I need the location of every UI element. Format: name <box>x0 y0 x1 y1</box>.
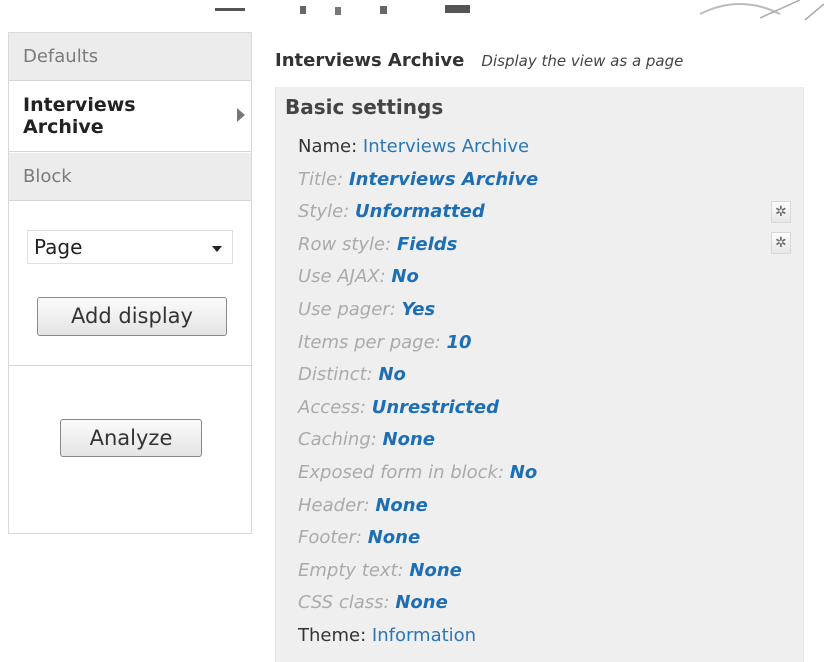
setting-label: CSS class: <box>298 592 390 614</box>
display-description: Display the view as a page <box>481 52 684 70</box>
setting-value-link[interactable]: Yes <box>402 299 436 320</box>
setting-row-empty-text: Empty text: None <box>298 559 538 592</box>
setting-value-link[interactable]: None <box>383 429 435 450</box>
setting-value-link[interactable]: Interviews Archive <box>363 136 529 157</box>
setting-row-title: Title: Interviews Archive <box>298 168 538 201</box>
setting-value-link[interactable]: No <box>391 266 418 287</box>
display-title: Interviews Archive <box>275 50 465 71</box>
tab-interviews-archive-label: Interviews Archive <box>23 94 136 138</box>
setting-label: Row style: <box>298 233 392 255</box>
setting-label: Footer: <box>298 527 362 549</box>
setting-label: Use AJAX: <box>298 266 386 288</box>
settings-list: Name: Interviews Archive Title: Intervie… <box>298 135 538 657</box>
cropped-graphic <box>215 0 824 21</box>
setting-value-link[interactable]: Information <box>372 625 476 646</box>
setting-row-style: Style: Unformatted <box>298 200 538 233</box>
setting-value-link[interactable]: None <box>395 592 447 613</box>
display-tabs-panel: Defaults Interviews Archive Block Page A… <box>8 32 252 534</box>
setting-label: Style: <box>298 201 350 223</box>
setting-value-link[interactable]: Unformatted <box>355 201 485 222</box>
add-display-button[interactable]: Add display <box>37 297 227 336</box>
setting-label: Exposed form in block: <box>298 461 505 483</box>
setting-row-distinct: Distinct: No <box>298 363 538 396</box>
setting-label: Title: <box>298 168 344 190</box>
setting-label: Theme: <box>298 624 367 646</box>
setting-row-theme: Theme: Information <box>298 624 538 657</box>
setting-row-use-ajax: Use AJAX: No <box>298 265 538 298</box>
row-style-settings-gear-icon[interactable]: ✲ <box>771 232 791 254</box>
setting-label: Items per page: <box>298 331 441 353</box>
add-display-section: Page Add display <box>9 202 251 366</box>
tab-block-label: Block <box>23 166 72 187</box>
cropped-top-content <box>0 0 824 22</box>
setting-row-caching: Caching: None <box>298 428 538 461</box>
setting-row-use-pager: Use pager: Yes <box>298 298 538 331</box>
setting-label: Header: <box>298 494 370 516</box>
gear-icon: ✲ <box>775 235 787 251</box>
setting-label: Use pager: <box>298 298 396 320</box>
setting-value-link[interactable]: None <box>368 527 420 548</box>
setting-value-link[interactable]: 10 <box>446 332 471 353</box>
setting-value-link[interactable]: Unrestricted <box>372 397 499 418</box>
tab-defaults[interactable]: Defaults <box>9 33 251 81</box>
setting-value-link[interactable]: Interviews Archive <box>349 169 538 190</box>
setting-row-row-style: Row style: Fields <box>298 233 538 266</box>
setting-label: Name: <box>298 136 358 157</box>
style-settings-gear-icon[interactable]: ✲ <box>771 201 791 223</box>
tab-interviews-archive[interactable]: Interviews Archive <box>9 82 251 152</box>
setting-label: Caching: <box>298 429 377 451</box>
setting-label: Access: <box>298 396 367 418</box>
setting-row-access: Access: Unrestricted <box>298 396 538 429</box>
setting-row-header: Header: None <box>298 494 538 527</box>
setting-value-link[interactable]: No <box>510 462 537 483</box>
display-type-select[interactable]: Page <box>27 230 233 264</box>
tab-block[interactable]: Block <box>9 153 251 201</box>
setting-label: Empty text: <box>298 559 404 581</box>
setting-value-link[interactable]: None <box>409 560 461 581</box>
basic-settings-panel: Basic settings Name: Interviews Archive … <box>275 87 804 662</box>
setting-value-link[interactable]: Fields <box>397 234 457 255</box>
setting-row-footer: Footer: None <box>298 526 538 559</box>
tab-defaults-label: Defaults <box>23 46 99 67</box>
basic-settings-title: Basic settings <box>285 95 444 119</box>
setting-row-name: Name: Interviews Archive <box>298 135 538 168</box>
arrow-right-icon <box>237 108 245 122</box>
setting-label: Distinct: <box>298 364 373 386</box>
setting-value-link[interactable]: None <box>375 495 427 516</box>
setting-row-items-per-page: Items per page: 10 <box>298 331 538 364</box>
setting-row-css-class: CSS class: None <box>298 591 538 624</box>
gear-icon: ✲ <box>775 204 787 220</box>
chevron-down-icon <box>212 246 222 252</box>
setting-row-exposed-form: Exposed form in block: No <box>298 461 538 494</box>
display-type-value: Page <box>34 235 83 259</box>
analyze-button[interactable]: Analyze <box>60 419 202 457</box>
display-header: Interviews Archive Display the view as a… <box>275 50 683 76</box>
setting-value-link[interactable]: No <box>378 364 405 385</box>
